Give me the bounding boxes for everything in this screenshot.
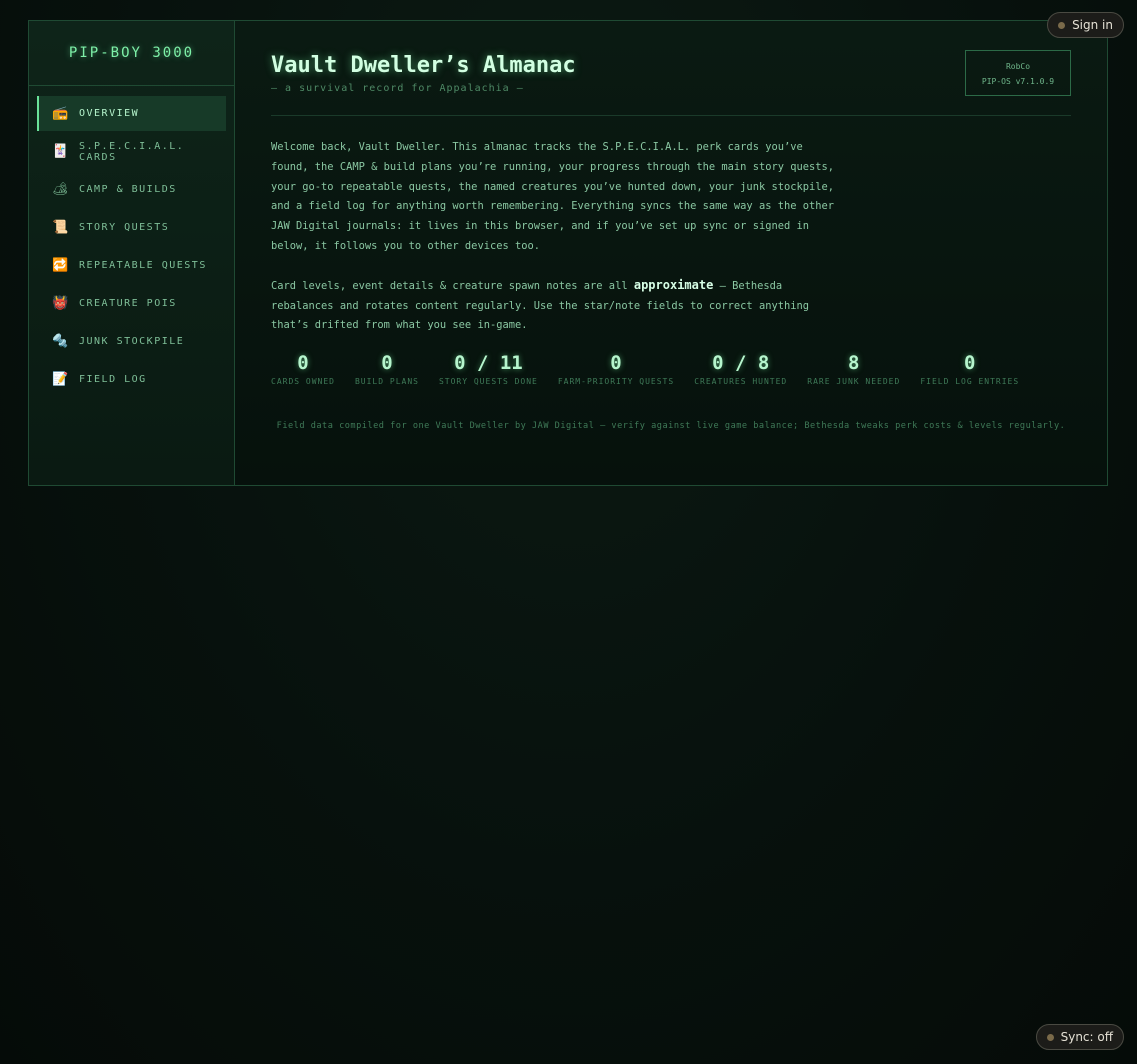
approximate-emphasis: approximate xyxy=(633,277,714,292)
stat-value: 0 / 11 xyxy=(454,352,523,375)
sidebar-nav: 📻 OVERVIEW 🃏 S.P.E.C.I.A.L. CARDS 🏕 CAMP… xyxy=(29,96,234,397)
stat-value: 0 xyxy=(381,352,393,375)
sidebar-item-label: FIELD LOG xyxy=(79,374,147,385)
sign-in-label: Sign in xyxy=(1072,18,1113,32)
sidebar-item-label: REPEATABLE QUESTS xyxy=(79,260,207,271)
footnote: Field data compiled for one Vault Dwelle… xyxy=(276,421,1066,431)
stats-row: 0 CARDS OWNED 0 BUILD PLANS 0 / 11 STORY… xyxy=(271,351,1071,386)
stat-rare-junk-needed: 8 RARE JUNK NEEDED xyxy=(807,351,900,386)
sidebar-item-repeatable-quests[interactable]: 🔁 REPEATABLE QUESTS xyxy=(37,248,226,283)
sidebar-item-label: OVERVIEW xyxy=(79,108,140,119)
stat-label: CARDS OWNED xyxy=(271,377,335,387)
card-icon: 🃏 xyxy=(52,144,70,159)
disclaimer-text: Card levels, event details & creature sp… xyxy=(271,279,634,292)
sidebar-item-junk-stockpile[interactable]: 🔩 JUNK STOCKPILE xyxy=(37,324,226,359)
stat-value: 0 xyxy=(964,352,976,375)
intro-text: Welcome back, Vault Dweller. This almana… xyxy=(271,138,841,336)
sync-status-label: Sync: off xyxy=(1060,1030,1113,1044)
stat-label: BUILD PLANS xyxy=(354,377,419,387)
memo-icon: 📝 xyxy=(52,372,70,387)
stat-cards-owned: 0 CARDS OWNED xyxy=(271,351,335,386)
creature-icon: 👹 xyxy=(52,296,70,311)
robco-label: RobCo xyxy=(1005,62,1031,71)
stat-value: 8 xyxy=(848,352,860,375)
stat-build-plans: 0 BUILD PLANS xyxy=(355,351,419,386)
sidebar-item-label: S.P.E.C.I.A.L. CARDS xyxy=(79,140,185,163)
radio-icon: 📻 xyxy=(52,106,70,121)
sidebar-item-field-log[interactable]: 📝 FIELD LOG xyxy=(37,362,226,397)
sidebar-item-label: JUNK STOCKPILE xyxy=(79,336,185,347)
overview-panel: Vault Dweller’s Almanac — a survival rec… xyxy=(235,21,1107,485)
sync-status-button[interactable]: Sync: off xyxy=(1035,1024,1124,1050)
stat-value: 0 xyxy=(297,352,309,375)
sidebar: PIP-BOY 3000 📻 OVERVIEW 🃏 S.P.E.C.I.A.L.… xyxy=(29,21,235,485)
status-dot-icon xyxy=(1046,1033,1054,1041)
sidebar-item-label: CAMP & BUILDS xyxy=(79,184,177,195)
sidebar-item-label: STORY QUESTS xyxy=(79,222,170,233)
stat-value: 0 / 8 xyxy=(712,352,770,375)
sidebar-item-label: CREATURE POIS xyxy=(79,298,177,309)
sidebar-item-overview[interactable]: 📻 OVERVIEW xyxy=(37,96,226,131)
sidebar-item-creature-pois[interactable]: 👹 CREATURE POIS xyxy=(37,286,226,321)
sidebar-item-story-quests[interactable]: 📜 STORY QUESTS xyxy=(37,210,226,245)
tent-icon: 🏕 xyxy=(52,182,71,197)
stat-value: 0 xyxy=(610,352,622,375)
stat-label: FIELD LOG ENTRIES xyxy=(920,377,1020,387)
robco-badge: RobCo PIP-OS v7.1.0.9 xyxy=(965,50,1071,96)
stat-label: STORY QUESTS DONE xyxy=(438,377,538,387)
stat-creatures-hunted: 0 / 8 CREATURES HUNTED xyxy=(694,351,787,386)
stat-story-quests-done: 0 / 11 STORY QUESTS DONE xyxy=(439,351,538,386)
intro-paragraph: Welcome back, Vault Dweller. This almana… xyxy=(271,141,835,252)
sidebar-item-special-cards[interactable]: 🃏 S.P.E.C.I.A.L. CARDS xyxy=(37,134,226,169)
almanac-frame: PIP-BOY 3000 📻 OVERVIEW 🃏 S.P.E.C.I.A.L.… xyxy=(28,20,1108,486)
scroll-icon: 📜 xyxy=(52,220,70,235)
stat-label: FARM-PRIORITY QUESTS xyxy=(557,377,675,387)
repeat-icon: 🔁 xyxy=(52,258,70,273)
page-subtitle: — a survival record for Appalachia — xyxy=(271,83,524,94)
nut-bolt-icon: 🔩 xyxy=(52,334,70,349)
stat-field-log-entries: 0 FIELD LOG ENTRIES xyxy=(920,351,1019,386)
disclaimer-paragraph: Card levels, event details & creature sp… xyxy=(271,276,841,336)
sign-in-button[interactable]: Sign in xyxy=(1047,12,1124,38)
stat-farm-priority-quests: 0 FARM-PRIORITY QUESTS xyxy=(558,351,674,386)
page-title: Vault Dweller’s Almanac xyxy=(271,53,576,78)
stat-label: RARE JUNK NEEDED xyxy=(807,377,901,387)
status-dot-icon xyxy=(1058,21,1066,29)
brand-title: PIP-BOY 3000 xyxy=(29,21,234,86)
page-header: Vault Dweller’s Almanac — a survival rec… xyxy=(271,21,1071,116)
stat-label: CREATURES HUNTED xyxy=(694,377,788,387)
os-version: PIP-OS v7.1.0.9 xyxy=(981,77,1055,86)
sidebar-item-camp-builds[interactable]: 🏕 CAMP & BUILDS xyxy=(37,172,226,207)
